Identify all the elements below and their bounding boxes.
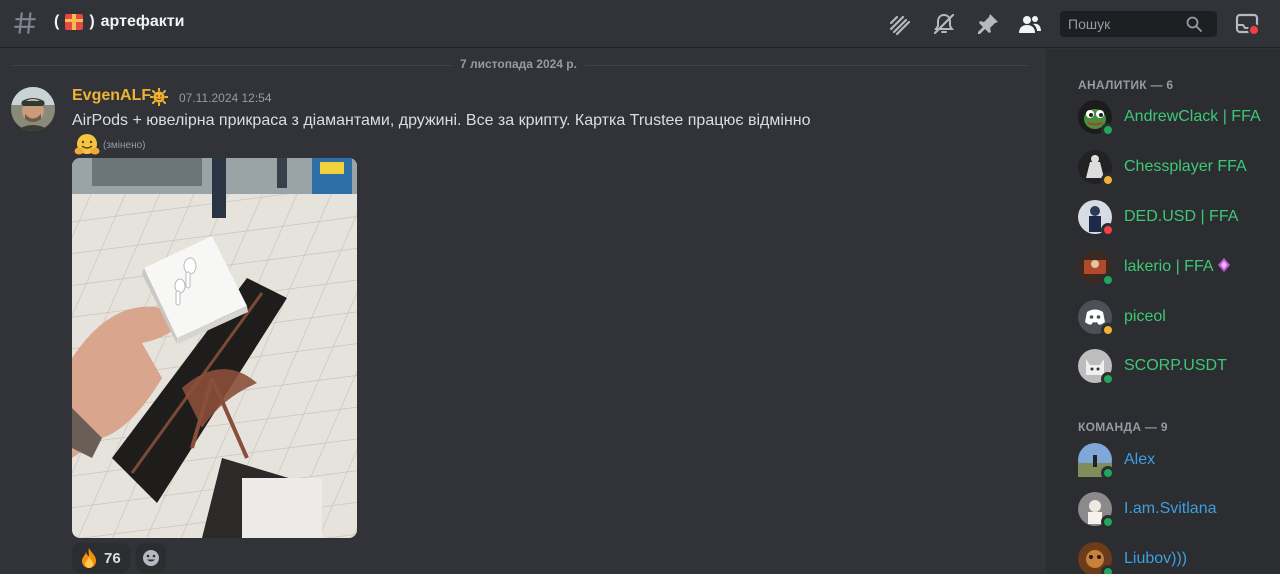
reaction-count: 76 bbox=[104, 549, 121, 567]
search-box[interactable] bbox=[1060, 11, 1217, 37]
threads-icon[interactable] bbox=[888, 12, 912, 36]
search-input[interactable] bbox=[1068, 16, 1186, 32]
member-item[interactable]: Liubov))) bbox=[1072, 537, 1277, 574]
status-idle-icon bbox=[1101, 173, 1115, 187]
member-item[interactable]: DED.USD | FFA bbox=[1072, 195, 1277, 239]
sun-badge-icon bbox=[150, 88, 168, 106]
member-item[interactable]: piceol bbox=[1072, 295, 1277, 339]
scrollbar-track[interactable] bbox=[1046, 49, 1060, 574]
status-online-icon bbox=[1101, 123, 1115, 137]
member-item[interactable]: Alex bbox=[1072, 438, 1277, 482]
message-author[interactable]: EvgenALF bbox=[72, 87, 151, 105]
gift-icon bbox=[65, 14, 84, 30]
pin-icon[interactable] bbox=[976, 12, 1000, 36]
member-name: Liubov))) bbox=[1124, 550, 1188, 567]
edited-label: (змінено) bbox=[103, 140, 146, 151]
member-name: I.am.Svitlana bbox=[1124, 500, 1217, 517]
avatar bbox=[1078, 200, 1115, 237]
bracket-left: ( bbox=[54, 13, 60, 30]
member-name: Alex bbox=[1124, 451, 1156, 468]
member-item[interactable]: I.am.Svitlana bbox=[1072, 487, 1277, 531]
hugging-face-emoji-icon bbox=[74, 134, 100, 155]
mute-icon[interactable] bbox=[932, 12, 956, 36]
status-online-icon bbox=[1101, 515, 1115, 529]
status-online-icon bbox=[1101, 466, 1115, 480]
member-list: АНАЛИТИК — 6 AndrewClack | FFA Chessplay… bbox=[1060, 49, 1280, 574]
member-name: DED.USD | FFA bbox=[1124, 208, 1239, 225]
member-name: piceol bbox=[1124, 308, 1166, 325]
avatar bbox=[1078, 300, 1115, 337]
reaction-fire[interactable]: 76 bbox=[72, 543, 130, 573]
inbox-icon[interactable] bbox=[1235, 12, 1259, 36]
member-item[interactable]: Chessplayer FFA bbox=[1072, 145, 1277, 189]
member-item[interactable]: AndrewClack | FFA bbox=[1072, 95, 1277, 139]
avatar bbox=[1078, 150, 1115, 187]
member-name: SCORP.USDT bbox=[1124, 357, 1227, 374]
search-icon bbox=[1186, 16, 1202, 32]
status-online-icon bbox=[1101, 565, 1115, 574]
status-online-icon bbox=[1101, 372, 1115, 386]
fire-emoji-icon bbox=[82, 548, 96, 568]
message-timestamp: 07.11.2024 12:54 bbox=[179, 91, 272, 105]
avatar bbox=[1078, 492, 1115, 529]
channel-name: артефакти bbox=[100, 13, 185, 30]
smiley-add-icon bbox=[143, 550, 159, 566]
status-dnd-icon bbox=[1101, 223, 1115, 237]
channel-header: ( ) артефакти bbox=[0, 0, 1280, 48]
member-name-text: lakerio | FFA bbox=[1124, 258, 1214, 275]
status-idle-icon bbox=[1101, 323, 1115, 337]
status-online-icon bbox=[1101, 273, 1115, 287]
channel-title: ( ) артефакти bbox=[54, 13, 184, 31]
member-item[interactable]: lakerio | FFA bbox=[1072, 245, 1277, 289]
members-icon[interactable] bbox=[1018, 12, 1042, 36]
avatar[interactable] bbox=[11, 87, 55, 131]
member-name: lakerio | FFA bbox=[1124, 258, 1230, 276]
bracket-right: ) bbox=[89, 13, 95, 30]
member-group-title: АНАЛИТИК — 6 bbox=[1078, 78, 1174, 92]
member-item[interactable]: SCORP.USDT bbox=[1072, 344, 1277, 388]
date-divider: 7 листопада 2024 р. bbox=[452, 57, 585, 71]
avatar bbox=[1078, 100, 1115, 137]
avatar-image bbox=[11, 87, 55, 131]
avatar bbox=[1078, 443, 1115, 480]
avatar bbox=[1078, 542, 1115, 574]
member-name: AndrewClack | FFA bbox=[1124, 108, 1261, 125]
boost-gem-icon bbox=[1217, 258, 1230, 272]
airpods-gift-photo bbox=[72, 158, 357, 538]
avatar bbox=[1078, 250, 1115, 287]
message-image[interactable] bbox=[72, 158, 357, 538]
avatar bbox=[1078, 349, 1115, 386]
hash-icon bbox=[14, 12, 36, 34]
add-reaction-button[interactable] bbox=[136, 543, 166, 573]
message-list: 7 листопада 2024 р. EvgenALF 07.11.2024 … bbox=[0, 49, 1046, 574]
message-text: AirPods + ювелірна прикраса з діамантами… bbox=[72, 112, 811, 129]
member-name: Chessplayer FFA bbox=[1124, 158, 1247, 175]
member-group-title: КОМАНДА — 9 bbox=[1078, 420, 1168, 434]
